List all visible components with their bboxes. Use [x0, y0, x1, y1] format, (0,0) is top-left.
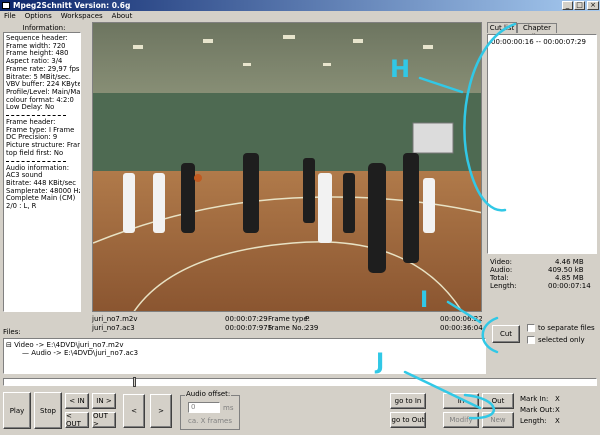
annotation-h: H [390, 55, 411, 83]
annotation-i-pointer [446, 300, 482, 324]
annotation-overlay [403, 22, 517, 420]
annotation-h-ellipse [463, 22, 517, 212]
annotation-i-arc [481, 316, 499, 354]
annotation-j: J [376, 350, 385, 375]
annotation-h-pointer [418, 76, 464, 94]
annotation-i: I [420, 288, 429, 313]
annotation-j-pointer [403, 370, 482, 410]
